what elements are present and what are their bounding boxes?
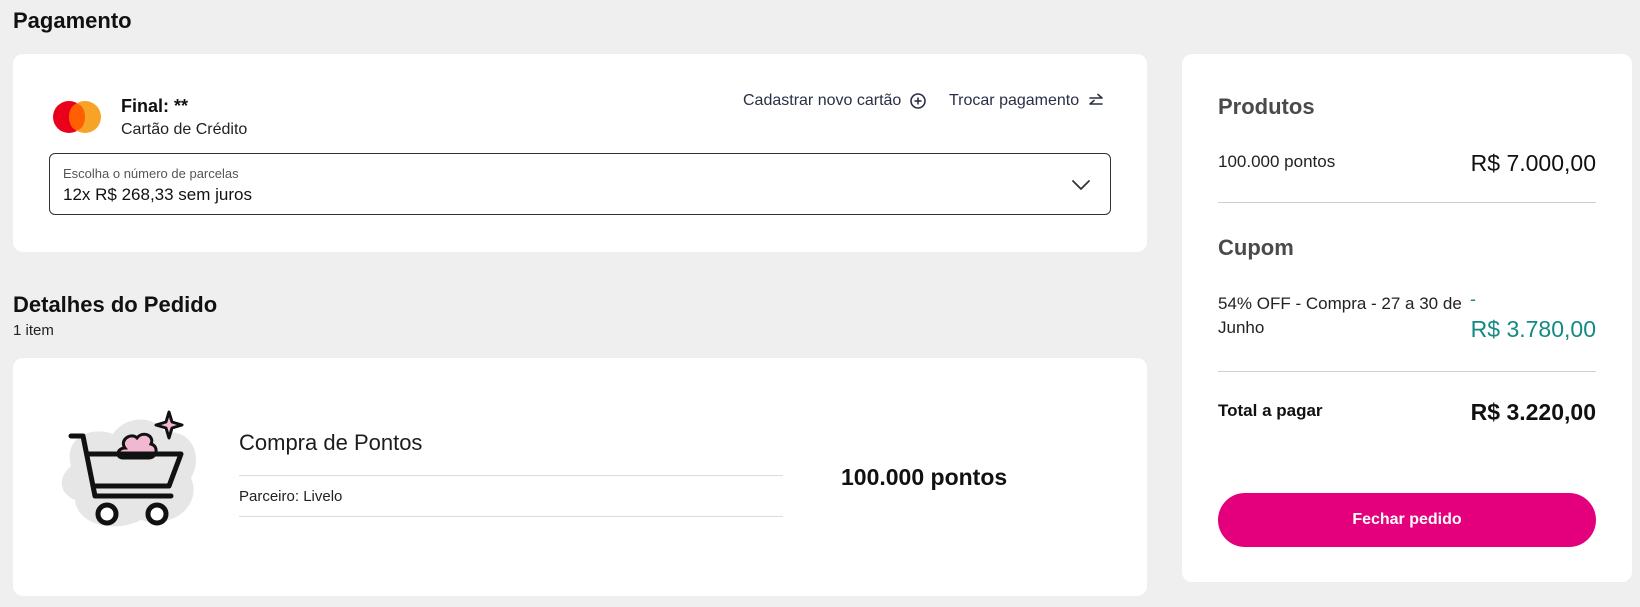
coupon-discount-value: R$ 3.780,00 xyxy=(1470,316,1596,342)
divider xyxy=(239,475,783,476)
card-final-digits: Final: ** xyxy=(121,96,189,116)
payment-card: Final: ** Cartão de Crédito Cadastrar no… xyxy=(13,54,1147,252)
order-card: Compra de Pontos Parceiro: Livelo 100.00… xyxy=(13,358,1147,596)
order-details-title: Detalhes do Pedido xyxy=(13,292,218,317)
installments-label: Escolha o número de parcelas xyxy=(63,166,239,181)
switch-payment-label: Trocar pagamento xyxy=(949,92,1080,109)
add-new-card-label: Cadastrar novo cartão xyxy=(743,92,902,109)
total-value: R$ 3.220,00 xyxy=(1470,399,1596,425)
divider xyxy=(1218,371,1596,372)
card-type: Cartão de Crédito xyxy=(121,121,248,138)
switch-payment-link[interactable]: Trocar pagamento xyxy=(949,92,1105,110)
add-new-card-link[interactable]: Cadastrar novo cartão xyxy=(743,92,927,110)
total-label: Total a pagar xyxy=(1218,401,1323,420)
divider xyxy=(239,516,783,517)
order-summary-card: Produtos 100.000 pontos R$ 7.000,00 Cupo… xyxy=(1182,54,1632,582)
swap-arrows-icon xyxy=(1089,93,1103,105)
divider xyxy=(1218,202,1596,203)
installments-select[interactable]: Escolha o número de parcelas 12x R$ 268,… xyxy=(49,153,1111,215)
products-price: R$ 7.000,00 xyxy=(1470,150,1596,176)
mastercard-logo-icon xyxy=(53,101,101,133)
coupon-item: 54% OFF - Compra - 27 a 30 de Junho xyxy=(1218,294,1462,337)
checkout-button[interactable]: Fechar pedido xyxy=(1218,493,1596,547)
order-item-count: 1 item xyxy=(13,322,54,339)
installments-value: 12x R$ 268,33 sem juros xyxy=(63,185,252,204)
product-points: 100.000 pontos xyxy=(841,464,1008,490)
coupon-minus-sign: - xyxy=(1470,289,1476,309)
chevron-down-icon xyxy=(1072,180,1090,190)
coupon-heading: Cupom xyxy=(1218,235,1294,260)
shopping-cart-icon xyxy=(61,410,196,527)
products-heading: Produtos xyxy=(1218,94,1315,119)
product-partner: Parceiro: Livelo xyxy=(239,488,343,505)
payment-title: Pagamento xyxy=(13,8,132,33)
product-name: Compra de Pontos xyxy=(239,430,423,455)
plus-circle-icon xyxy=(910,93,927,109)
products-item: 100.000 pontos xyxy=(1218,152,1336,171)
